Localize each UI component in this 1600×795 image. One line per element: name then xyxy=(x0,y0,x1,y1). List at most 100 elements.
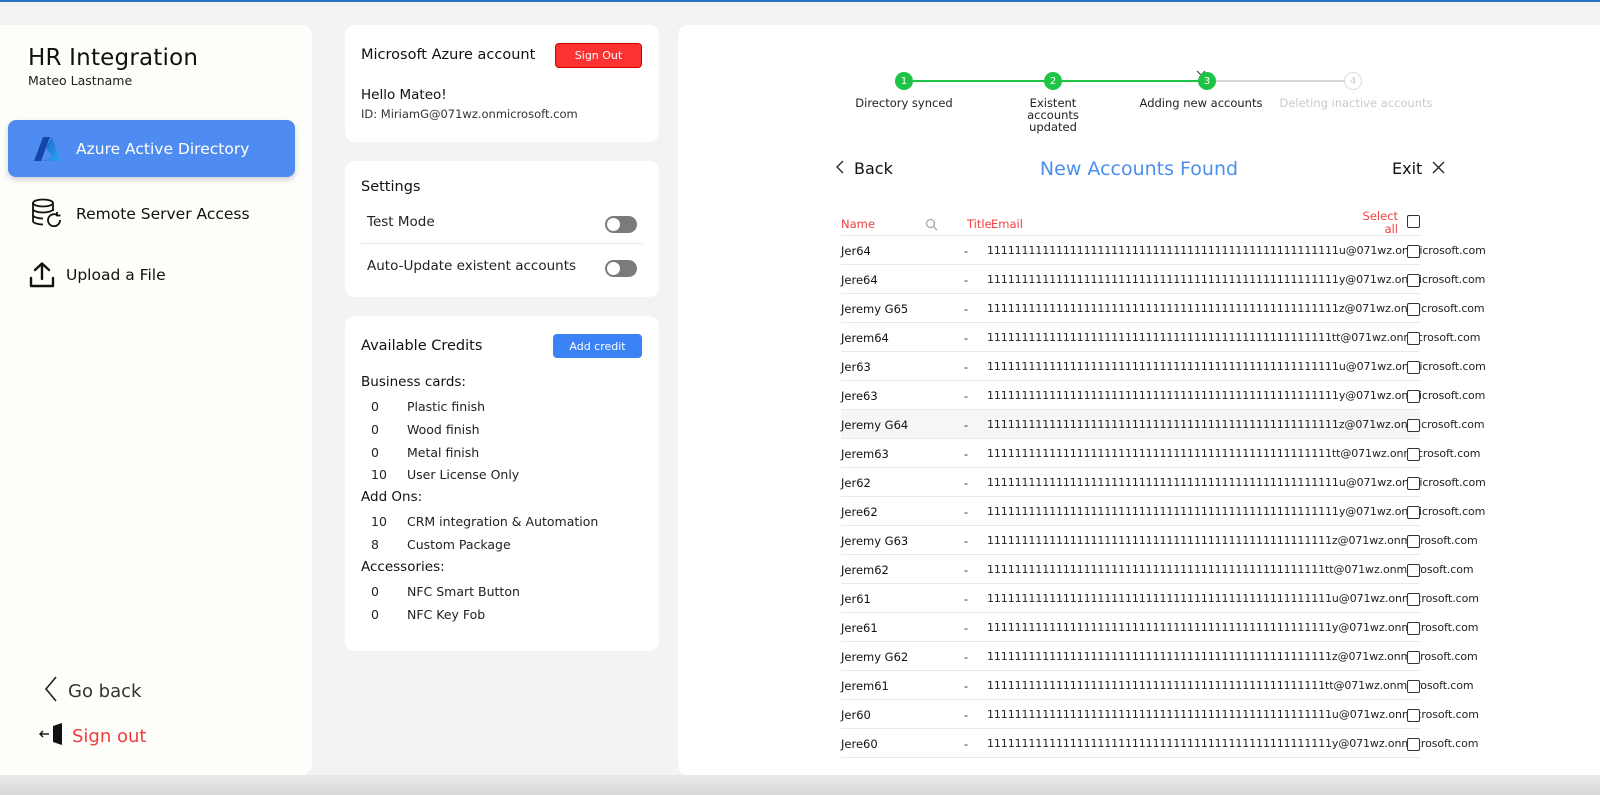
page-title: New Accounts Found xyxy=(1039,158,1239,180)
greeting: Hello Mateo! xyxy=(361,87,447,103)
main-panel: 1 2 3 4 Directory synced Existent accoun… xyxy=(678,25,1600,775)
sign-out-icon xyxy=(38,722,64,750)
credit-label: Wood finish xyxy=(407,422,480,437)
table-row[interactable]: Jer64-1111111111111111111111111111111111… xyxy=(841,236,1486,265)
sidebar-item-azure-active-directory[interactable]: Azure Active Directory xyxy=(8,120,295,177)
row-email: 1111111111111111111111111111111111111111… xyxy=(987,679,1474,692)
greeting-name: Mateo! xyxy=(399,87,447,103)
credit-row: 0 Metal finish xyxy=(371,445,479,460)
row-checkbox[interactable] xyxy=(1407,593,1420,606)
table-row[interactable]: Jere61 - 111111111111111111111111111111111… xyxy=(841,613,1478,642)
row-checkbox[interactable] xyxy=(1407,564,1420,577)
sidebar: HR Integration Mateo Lastname Azure Acti… xyxy=(0,25,312,775)
row-title: - xyxy=(964,679,969,693)
row-checkbox[interactable] xyxy=(1407,651,1420,664)
row-name: Jer62 xyxy=(841,476,871,490)
auto-update-toggle[interactable] xyxy=(605,260,637,277)
row-checkbox[interactable] xyxy=(1407,245,1420,258)
azure-icon xyxy=(28,132,66,166)
sign-out-button[interactable]: Sign Out xyxy=(555,43,642,68)
row-name: Jerem61 xyxy=(841,679,889,693)
sign-out-link[interactable]: Sign out xyxy=(38,722,146,750)
table-row[interactable]: Jer62-1111111111111111111111111111111111… xyxy=(841,468,1486,497)
table-row[interactable]: Jeremy G62 - 11111111111111111111111111111… xyxy=(841,642,1478,671)
go-back-label: Go back xyxy=(68,680,142,702)
row-checkbox[interactable] xyxy=(1407,303,1420,316)
row-email: 1111111111111111111111111111111111111111… xyxy=(987,534,1478,547)
table-row[interactable]: Jerem63-11111111111111111111111111111111… xyxy=(841,439,1481,468)
step-3-label: Adding new accounts xyxy=(1139,96,1263,110)
table-row[interactable]: Jeremy G63 - 11111111111111111111111111111… xyxy=(841,526,1478,555)
window-top-accent xyxy=(0,0,1600,2)
row-title: - xyxy=(964,273,969,287)
account-id: ID: MiriamG@071wz.onmicrosoft.com xyxy=(361,107,578,121)
sidebar-item-remote-server-access[interactable]: Remote Server Access xyxy=(8,185,295,242)
credits-title: Available Credits xyxy=(361,338,483,354)
exit-label: Exit xyxy=(1392,159,1423,178)
row-checkbox[interactable] xyxy=(1407,680,1420,693)
row-name: Jeremy G63 xyxy=(841,534,909,548)
exit-button[interactable]: Exit xyxy=(1392,159,1445,178)
row-checkbox[interactable] xyxy=(1407,419,1420,432)
row-name: Jeremy G64 xyxy=(841,418,909,432)
row-email: 1111111111111111111111111111111111111111… xyxy=(987,621,1479,634)
row-checkbox[interactable] xyxy=(1407,709,1420,722)
credit-label: Custom Package xyxy=(407,537,511,552)
row-title: - xyxy=(964,331,969,345)
search-icon[interactable] xyxy=(925,216,938,235)
test-mode-toggle[interactable] xyxy=(605,216,637,233)
go-back-link[interactable]: Go back xyxy=(44,675,141,707)
add-credit-button[interactable]: Add credit xyxy=(553,334,642,358)
column-header-title[interactable]: Title xyxy=(967,217,992,231)
azure-account-card: Microsoft Azure account Sign Out Hello M… xyxy=(345,25,659,142)
table-row[interactable]: Jeremy G64-11111111111111111111111111111… xyxy=(841,410,1485,439)
credit-row: 0 NFC Smart Button xyxy=(371,584,520,599)
sidebar-item-upload-a-file[interactable]: Upload a File xyxy=(8,246,295,303)
table-row[interactable]: Jerem62 - 11111111111111111111111111111111… xyxy=(841,555,1474,584)
table-row[interactable]: Jere62-111111111111111111111111111111111… xyxy=(841,497,1485,526)
row-checkbox[interactable] xyxy=(1407,477,1420,490)
column-header-name[interactable]: Name xyxy=(841,217,875,231)
row-checkbox[interactable] xyxy=(1407,274,1420,287)
table-row[interactable]: Jer63-1111111111111111111111111111111111… xyxy=(841,352,1486,381)
column-header-email[interactable]: Email xyxy=(991,217,1023,231)
credit-qty: 8 xyxy=(371,537,379,552)
row-name: Jere64 xyxy=(841,273,878,287)
table-row[interactable]: Jere63-111111111111111111111111111111111… xyxy=(841,381,1485,410)
row-checkbox[interactable] xyxy=(1407,332,1420,345)
row-checkbox[interactable] xyxy=(1407,448,1420,461)
credit-row: 8 Custom Package xyxy=(371,537,511,552)
row-checkbox[interactable] xyxy=(1407,535,1420,548)
row-title: - xyxy=(964,389,969,403)
table-row[interactable]: Jere60 - 111111111111111111111111111111111… xyxy=(841,729,1478,758)
row-email: 1111111111111111111111111111111111111111… xyxy=(987,708,1479,721)
row-title: - xyxy=(964,563,969,577)
row-checkbox[interactable] xyxy=(1407,622,1420,635)
row-checkbox[interactable] xyxy=(1407,361,1420,374)
row-name: Jer61 xyxy=(841,592,871,606)
user-name: Mateo Lastname xyxy=(28,73,133,88)
account-card-title: Microsoft Azure account xyxy=(361,47,536,63)
table-row[interactable]: Jer61 - 1111111111111111111111111111111111… xyxy=(841,584,1479,613)
table-row[interactable]: Jerem64-11111111111111111111111111111111… xyxy=(841,323,1481,352)
table-row[interactable]: Jere64-111111111111111111111111111111111… xyxy=(841,265,1485,294)
credit-label: CRM integration & Automation xyxy=(407,514,599,529)
table-row[interactable]: Jerem61 - 11111111111111111111111111111111… xyxy=(841,671,1474,700)
row-checkbox[interactable] xyxy=(1407,738,1420,751)
table-row[interactable]: Jeremy G65-11111111111111111111111111111… xyxy=(841,294,1485,323)
row-name: Jere61 xyxy=(841,621,878,635)
row-title: - xyxy=(964,418,969,432)
table-row[interactable]: Jer60 - 1111111111111111111111111111111111… xyxy=(841,700,1479,729)
test-mode-label: Test Mode xyxy=(367,214,435,230)
upload-icon xyxy=(28,258,56,292)
row-name: Jer60 xyxy=(841,708,871,722)
select-all-checkbox[interactable] xyxy=(1407,215,1420,228)
settings-card: Settings Test Mode Auto-Update existent … xyxy=(345,161,659,297)
close-icon xyxy=(1432,159,1445,178)
credit-qty: 0 xyxy=(371,607,379,622)
row-checkbox[interactable] xyxy=(1407,506,1420,519)
step-4-label: Deleting inactive accounts xyxy=(1279,96,1433,110)
row-checkbox[interactable] xyxy=(1407,390,1420,403)
credit-label: User License Only xyxy=(407,467,520,482)
database-sync-icon xyxy=(28,197,66,231)
